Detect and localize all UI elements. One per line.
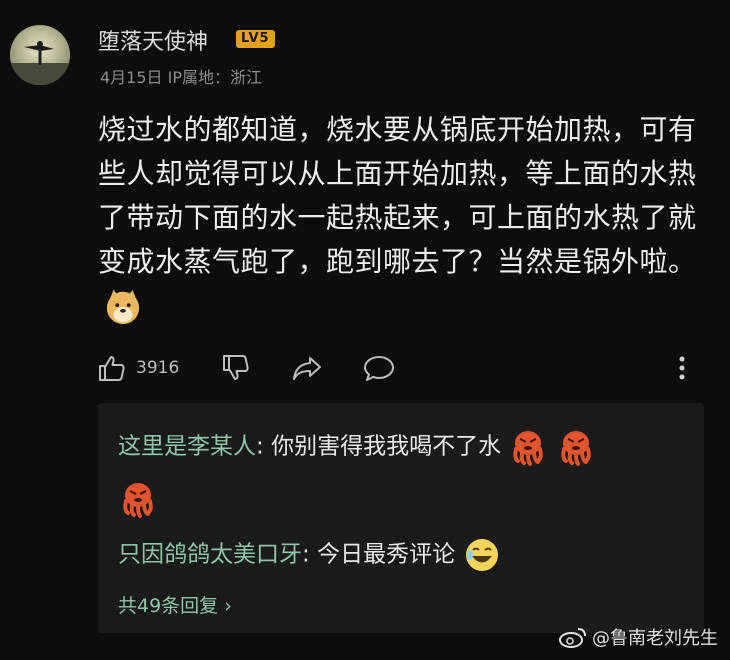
more-options-button[interactable] xyxy=(676,350,688,386)
post-meta: 4月15日 IP属地：浙江 xyxy=(100,64,262,88)
avatar-image xyxy=(10,25,70,85)
comment-bubble-icon xyxy=(364,356,394,381)
reply-username[interactable]: 只因鸽鸽太美口牙 xyxy=(118,542,302,568)
ip-location: IP属地：浙江 xyxy=(167,68,263,87)
post-date: 4月15日 xyxy=(100,68,163,87)
weibo-logo-icon xyxy=(559,628,586,648)
reply-item[interactable]: 只因鸽鸽太美口牙: 今日最秀评论 xyxy=(118,535,502,575)
watermark-text: @鲁南老刘先生 xyxy=(592,628,718,649)
view-more-replies-link[interactable]: 共49条回复 › xyxy=(118,591,232,618)
like-button[interactable]: 3916 xyxy=(96,350,179,386)
level-badge: LV5 xyxy=(236,30,275,48)
user-avatar[interactable] xyxy=(10,25,70,85)
action-bar: 3916 xyxy=(96,350,716,390)
username[interactable]: 堕落天使神 xyxy=(98,24,208,56)
like-count: 3916 xyxy=(136,358,180,378)
reply-item[interactable]: 这里是李某人: 你别害得我我喝不了水 xyxy=(118,427,596,467)
share-icon xyxy=(293,357,321,380)
doge-emoji-icon xyxy=(106,289,140,325)
more-vertical-icon xyxy=(679,356,685,380)
replies-panel: 这里是李某人: 你别害得我我喝不了水 只因鸽鸽太美口牙: 今日最秀评论 共49条… xyxy=(98,403,704,633)
dislike-button[interactable] xyxy=(220,350,252,386)
angry-octopus-emoji-icon xyxy=(561,431,591,466)
reply-button[interactable] xyxy=(362,350,396,386)
angry-octopus-emoji-icon xyxy=(513,431,544,466)
weibo-watermark: @鲁南老刘先生 xyxy=(558,624,718,650)
thumbs-up-icon xyxy=(99,356,125,381)
comment-card: 堕落天使神 LV5 4月15日 IP属地：浙江 烧过水的都知道，烧水要从锅底开始… xyxy=(0,0,730,660)
angry-octopus-emoji-icon xyxy=(123,483,153,518)
thumbs-down-icon xyxy=(223,355,249,380)
reply-username[interactable]: 这里是李某人 xyxy=(118,434,256,460)
comment-body: 烧过水的都知道，烧水要从锅底开始加热，可有些人却觉得可以从上面开始加热，等上面的… xyxy=(98,113,697,278)
comment-text: 烧过水的都知道，烧水要从锅底开始加热，可有些人却觉得可以从上面开始加热，等上面的… xyxy=(98,108,710,328)
laughing-face-emoji-icon xyxy=(466,539,499,571)
reply-emoji-line xyxy=(118,479,158,519)
reply-text: 你别害得我我喝不了水 xyxy=(271,433,502,460)
reply-text: 今日最秀评论 xyxy=(317,541,456,568)
share-button[interactable] xyxy=(290,350,324,386)
